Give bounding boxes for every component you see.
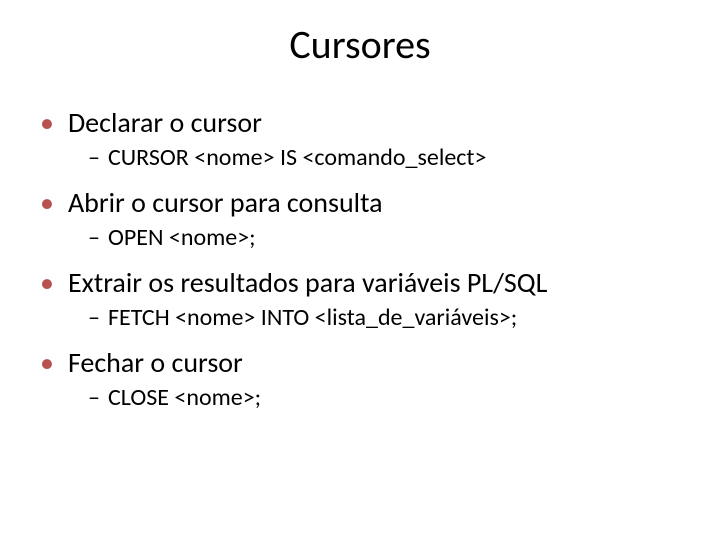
item-heading: Declarar o cursor — [68, 107, 262, 139]
item-heading: Abrir o cursor para consulta — [68, 187, 383, 219]
dash-icon: – — [88, 383, 100, 412]
list-subitem: – CURSOR <nome> IS <comando_select> — [88, 143, 690, 173]
item-heading: Extrair os resultados para variáveis PL/… — [68, 267, 547, 299]
list-item: • Extrair os resultados para variáveis P… — [40, 267, 690, 299]
item-detail: FETCH <nome> INTO <lista_de_variáveis>; — [108, 304, 517, 333]
content-area: • Declarar o cursor – CURSOR <nome> IS <… — [0, 107, 720, 413]
bullet-icon: • — [40, 189, 54, 217]
list-item: • Fechar o cursor — [40, 347, 690, 379]
slide-title: Cursores — [0, 20, 720, 69]
item-detail: CLOSE <nome>; — [108, 384, 261, 413]
list-subitem: – CLOSE <nome>; — [88, 383, 690, 413]
item-detail: CURSOR <nome> IS <comando_select> — [108, 144, 486, 173]
dash-icon: – — [88, 143, 100, 172]
bullet-icon: • — [40, 269, 54, 297]
item-detail: OPEN <nome>; — [108, 224, 256, 253]
dash-icon: – — [88, 223, 100, 252]
dash-icon: – — [88, 303, 100, 332]
bullet-icon: • — [40, 349, 54, 377]
list-item: • Abrir o cursor para consulta — [40, 187, 690, 219]
list-subitem: – FETCH <nome> INTO <lista_de_variáveis>… — [88, 303, 690, 333]
list-subitem: – OPEN <nome>; — [88, 223, 690, 253]
item-heading: Fechar o cursor — [68, 347, 243, 379]
bullet-icon: • — [40, 109, 54, 137]
list-item: • Declarar o cursor — [40, 107, 690, 139]
